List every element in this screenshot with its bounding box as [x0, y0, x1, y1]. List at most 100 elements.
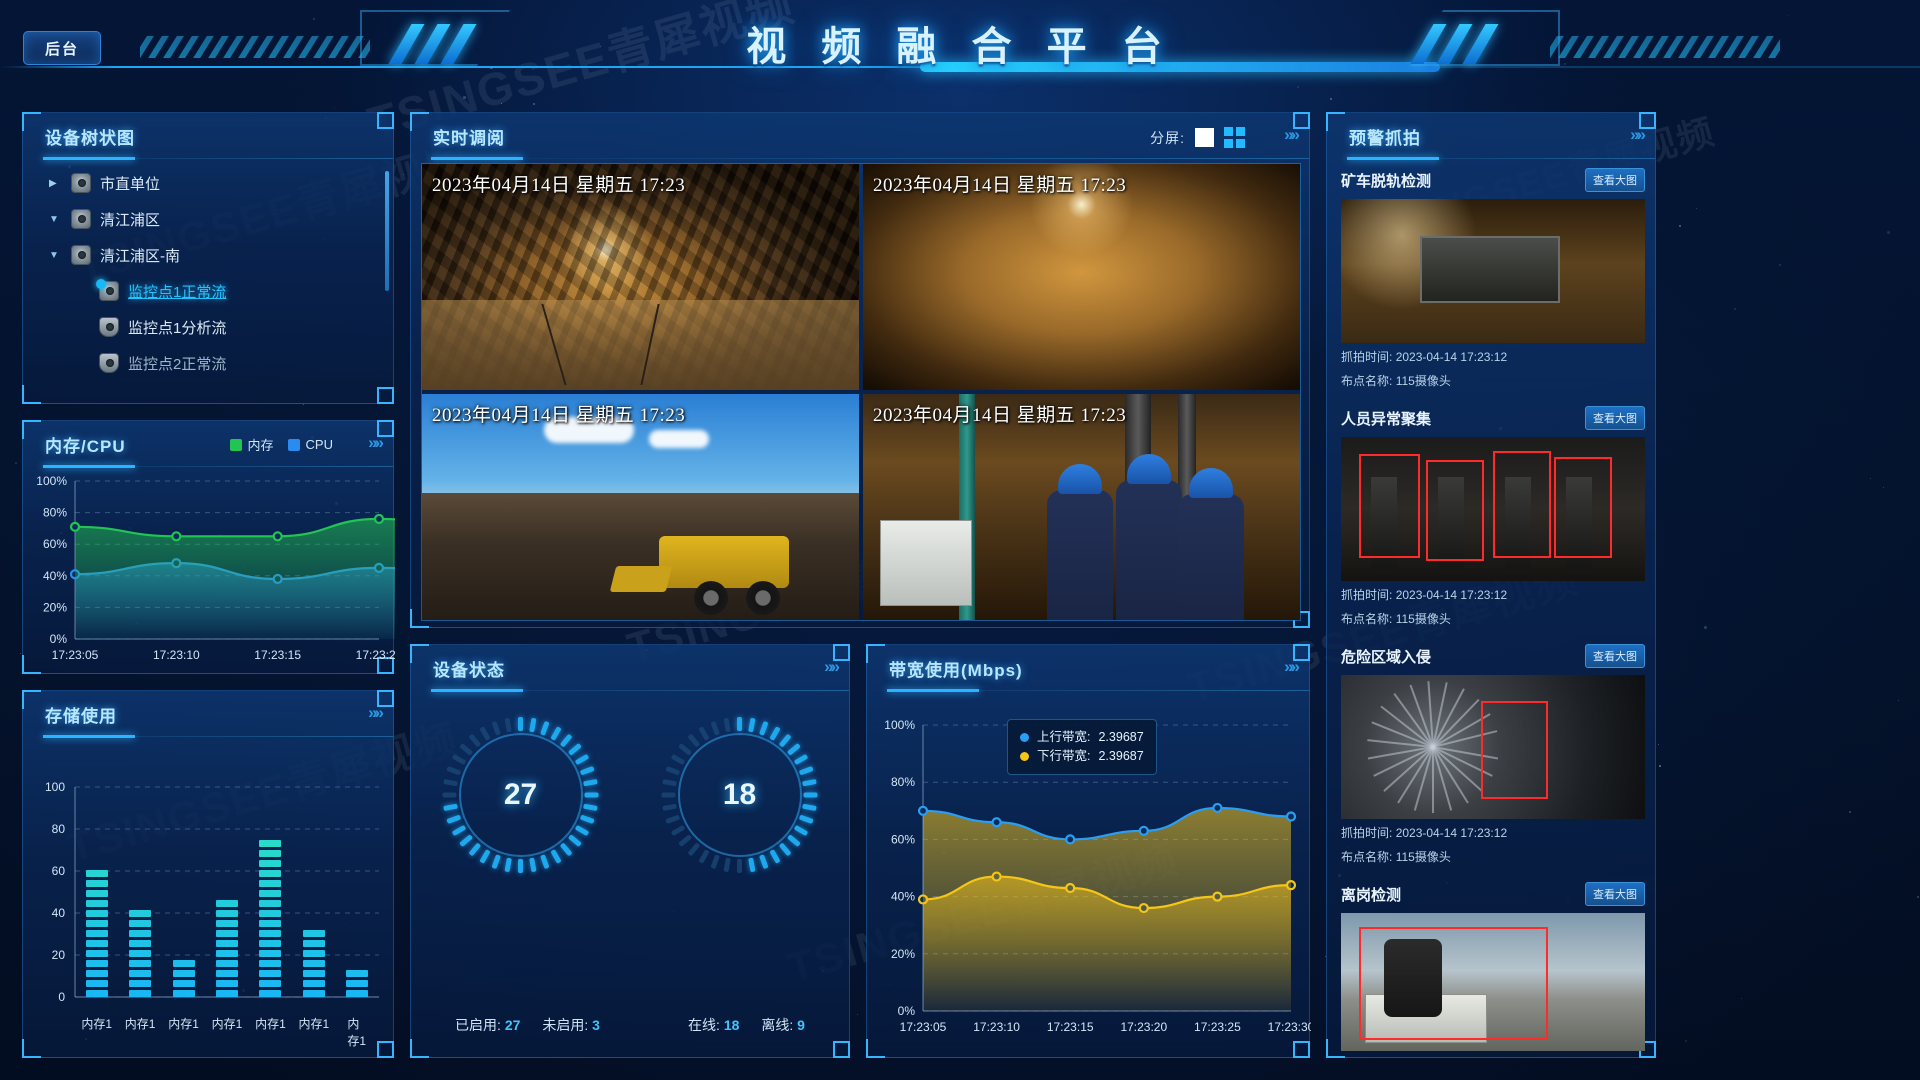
- alarm-snapshot-image[interactable]: [1341, 199, 1645, 343]
- tree-toggle-collapse-icon[interactable]: ▼: [49, 250, 71, 261]
- bandwidth-title: 带宽使用(Mbps): [889, 656, 1023, 681]
- tree-toggle-expand-icon[interactable]: ▶: [49, 178, 71, 189]
- bandwidth-header: 带宽使用(Mbps) »»: [867, 645, 1309, 691]
- downlink-value: 2.39687: [1098, 747, 1143, 766]
- svg-text:0%: 0%: [50, 632, 68, 646]
- alarm-capture-list[interactable]: 矿车脱轨检测 查看大图 抓拍时间: 2023-04-14 17:23:12 布点…: [1341, 167, 1645, 1051]
- view-large-image-button[interactable]: 查看大图: [1585, 406, 1645, 430]
- alarm-camera-point: 布点名称: 115摄像头: [1341, 372, 1645, 391]
- alarm-camera-point: 布点名称: 115摄像头: [1341, 848, 1645, 867]
- alarm-capture-more-button[interactable]: »»: [1630, 125, 1643, 145]
- uplink-label: 上行带宽:: [1037, 728, 1090, 747]
- alarm-capture-panel: 预警抓拍 »» 矿车脱轨检测 查看大图 抓拍时间: 2023-04-14 17:…: [1326, 112, 1656, 1058]
- offline-count-label: 离线: 9: [761, 1015, 805, 1035]
- storage-x-label: 内存1: [347, 1015, 367, 1049]
- bandwidth-more-button[interactable]: »»: [1284, 657, 1297, 677]
- svg-text:100: 100: [45, 780, 65, 794]
- legend-swatch-icon: [288, 439, 300, 451]
- camera-icon: [71, 209, 91, 229]
- video-cell[interactable]: 2023年04月14日 星期五 17:23: [422, 394, 859, 620]
- view-large-image-button[interactable]: 查看大图: [1585, 168, 1645, 192]
- video-cell[interactable]: 2023年04月14日 星期五 17:23: [863, 394, 1300, 620]
- video-cell[interactable]: 2023年04月14日 星期五 17:23: [863, 164, 1300, 390]
- alarm-snapshot-image[interactable]: [1341, 913, 1645, 1051]
- enabled-devices-value: 27: [431, 705, 611, 885]
- svg-text:40%: 40%: [891, 890, 915, 904]
- tree-item[interactable]: ▼ 清江浦区: [23, 201, 383, 237]
- legend-swatch-icon: [230, 439, 242, 451]
- app-header: 视 频 融 合 平 台 后台: [0, 0, 1920, 88]
- storage-usage-more-button[interactable]: »»: [368, 703, 381, 723]
- storage-bar: [216, 903, 238, 998]
- tree-item[interactable]: 监控点1正常流: [23, 273, 383, 309]
- svg-text:100%: 100%: [884, 718, 915, 732]
- video-scene-plant-workers: [863, 394, 1300, 620]
- memory-cpu-panel: 内存/CPU 内存 CPU »» 0% 20% 40% 60% 80% 100% 17:23…: [22, 420, 394, 674]
- alarm-item[interactable]: 离岗检测 查看大图: [1341, 881, 1645, 1051]
- alarm-capture-header: 预警抓拍 »»: [1327, 113, 1655, 159]
- alarm-camera-point: 布点名称: 115摄像头: [1341, 610, 1645, 629]
- memory-cpu-title: 内存/CPU: [45, 432, 126, 457]
- split-single-icon[interactable]: [1195, 128, 1214, 147]
- uplink-value: 2.39687: [1098, 728, 1143, 747]
- detection-box: [1481, 701, 1548, 799]
- disabled-count-value: 3: [592, 1017, 600, 1033]
- alarm-capture-time: 抓拍时间: 2023-04-14 17:23:12: [1341, 348, 1645, 367]
- view-large-image-button[interactable]: 查看大图: [1585, 644, 1645, 668]
- downlink-tooltip-row: 下行带宽: 2.39687: [1020, 747, 1144, 766]
- live-video-more-button[interactable]: »»: [1284, 125, 1297, 145]
- tree-item[interactable]: 监控点2正常流: [23, 345, 383, 381]
- admin-backend-button[interactable]: 后台: [23, 31, 101, 65]
- detection-box: [1554, 457, 1612, 558]
- device-tree-list[interactable]: ▶ 市直单位 ▼ 清江浦区 ▼ 清江浦区-南 监控点1正常流 监控点1分析流 监…: [23, 165, 383, 395]
- alarm-item-title: 人员异常聚集: [1341, 408, 1431, 429]
- svg-text:0: 0: [58, 990, 65, 1004]
- online-count-value: 18: [724, 1017, 740, 1033]
- svg-text:17:23:05: 17:23:05: [52, 648, 99, 662]
- enabled-count-value: 27: [505, 1017, 521, 1033]
- tree-item-label: 监控点1正常流: [128, 281, 226, 302]
- alarm-item[interactable]: 危险区域入侵 查看大图 抓拍时间: 2023-04-14 17:23:12 布点…: [1341, 643, 1645, 867]
- alarm-item[interactable]: 矿车脱轨检测 查看大图 抓拍时间: 2023-04-14 17:23:12 布点…: [1341, 167, 1645, 391]
- storage-usage-panel: 存储使用 »» 0 20 40 60 80 100 内存1 内存1 内存1 内存1 内存1 内存1 内…: [22, 690, 394, 1058]
- device-status-header: 设备状态 »»: [411, 645, 849, 691]
- view-large-image-button[interactable]: 查看大图: [1585, 882, 1645, 906]
- tree-item-label: 清江浦区: [100, 209, 160, 230]
- bandwidth-tooltip: 上行带宽: 2.39687 下行带宽: 2.39687: [1007, 719, 1157, 775]
- svg-text:100%: 100%: [36, 474, 67, 488]
- shield-icon: [99, 317, 119, 337]
- storage-x-label: 内存1: [212, 1015, 243, 1032]
- tree-item[interactable]: ▼ 清江浦区-南: [23, 237, 383, 273]
- memory-cpu-more-button[interactable]: »»: [368, 433, 381, 453]
- tree-toggle-collapse-icon[interactable]: ▼: [49, 214, 71, 225]
- live-video-panel: 实时调阅 分屏: »» 2023年04月14日 星期五 17:23 2023年0…: [410, 112, 1310, 628]
- live-video-header: 实时调阅 分屏: »»: [411, 113, 1309, 159]
- storage-bar: [346, 970, 368, 997]
- svg-text:17:23:15: 17:23:15: [1047, 1020, 1094, 1034]
- alarm-item-header: 矿车脱轨检测 查看大图: [1341, 167, 1645, 193]
- split-quad-icon[interactable]: [1224, 127, 1245, 148]
- storage-x-label: 内存1: [299, 1015, 330, 1032]
- disabled-count-label: 未启用: 3: [542, 1015, 600, 1035]
- storage-x-axis-labels: 内存1 内存1 内存1 内存1 内存1 内存1 内存1: [75, 1015, 377, 1035]
- video-osd-timestamp: 2023年04月14日 星期五 17:23: [432, 170, 685, 197]
- svg-text:60: 60: [52, 864, 66, 878]
- alarm-snapshot-image[interactable]: [1341, 675, 1645, 819]
- enabled-devices-gauge: 27: [431, 705, 611, 885]
- tree-item-label: 清江浦区-南: [100, 245, 180, 266]
- svg-text:17:23:25: 17:23:25: [1194, 1020, 1241, 1034]
- alarm-capture-time: 抓拍时间: 2023-04-14 17:23:12: [1341, 824, 1645, 843]
- alarm-camera-point-value: 115摄像头: [1396, 374, 1451, 388]
- svg-text:17:23:20: 17:23:20: [356, 648, 395, 662]
- uplink-tooltip-row: 上行带宽: 2.39687: [1020, 728, 1144, 747]
- tree-item[interactable]: ▶ 市直单位: [23, 165, 383, 201]
- alarm-snapshot-image[interactable]: [1341, 437, 1645, 581]
- alarm-item[interactable]: 人员异常聚集 查看大图 抓拍时间: 2023-04-14 17:23:12 布点…: [1341, 405, 1645, 629]
- device-status-more-button[interactable]: »»: [824, 657, 837, 677]
- device-tree-scrollbar[interactable]: [385, 171, 389, 291]
- svg-text:20%: 20%: [891, 947, 915, 961]
- detection-box: [1359, 927, 1547, 1039]
- storage-x-label: 内存1: [125, 1015, 156, 1032]
- tree-item[interactable]: 监控点1分析流: [23, 309, 383, 345]
- video-cell[interactable]: 2023年04月14日 星期五 17:23: [422, 164, 859, 390]
